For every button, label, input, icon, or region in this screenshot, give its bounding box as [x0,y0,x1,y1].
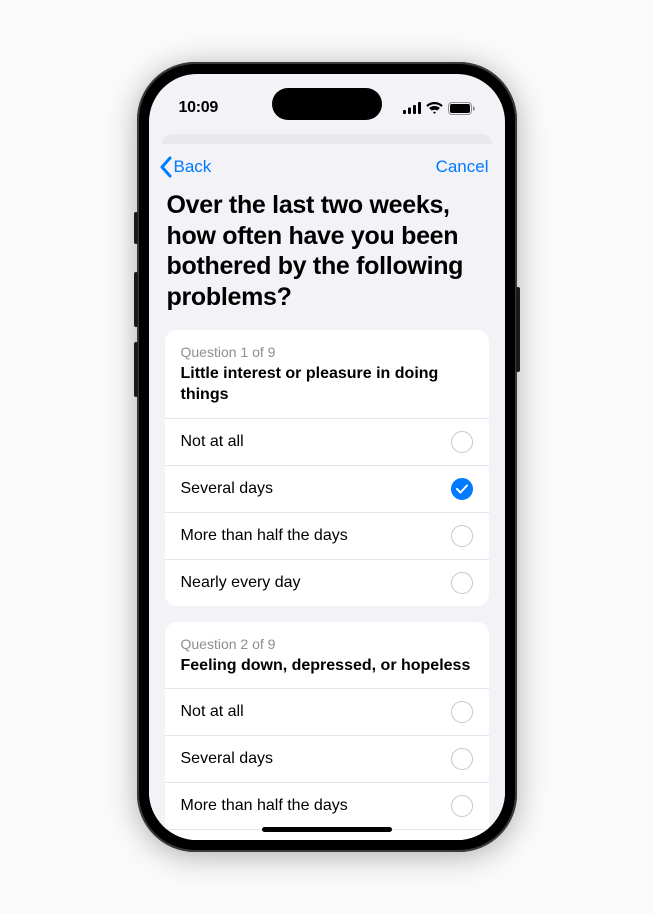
question-counter: Question 2 of 9 [181,636,473,652]
home-indicator[interactable] [262,827,392,832]
page-heading: Over the last two weeks, how often have … [165,186,489,330]
option-label: Several days [181,750,274,768]
dynamic-island [272,88,382,120]
question-text: Little interest or pleasure in doing thi… [181,364,473,406]
question-card-2: Question 2 of 9 Feeling down, depressed,… [165,622,489,840]
question-card-1: Question 1 of 9 Little interest or pleas… [165,330,489,606]
wifi-icon [426,102,443,114]
radio-checked-icon [451,478,473,500]
option-not-at-all[interactable]: Not at all [165,418,489,465]
option-several-days[interactable]: Several days [165,465,489,512]
radio-unchecked-icon [451,525,473,547]
nav-bar: Back Cancel [149,144,505,186]
question-text: Feeling down, depressed, or hopeless [181,656,473,677]
volume-down-button [134,342,138,397]
back-button[interactable]: Back [159,156,212,178]
status-icons [403,102,475,115]
question-header: Question 2 of 9 Feeling down, depressed,… [165,622,489,689]
cellular-signal-icon [403,102,421,114]
option-several-days[interactable]: Several days [165,735,489,782]
radio-unchecked-icon [451,572,473,594]
option-label: More than half the days [181,797,348,815]
phone-frame: 10:09 Back Cancel Over the last two week… [137,62,517,852]
mute-switch [134,212,138,244]
option-more-than-half[interactable]: More than half the days [165,782,489,829]
question-header: Question 1 of 9 Little interest or pleas… [165,330,489,418]
option-label: Not at all [181,433,244,451]
radio-unchecked-icon [451,795,473,817]
option-label: More than half the days [181,527,348,545]
status-time: 10:09 [179,99,218,117]
cancel-button[interactable]: Cancel [436,157,489,177]
radio-unchecked-icon [451,748,473,770]
volume-up-button [134,272,138,327]
option-nearly-every-day[interactable]: Nearly every day [165,559,489,606]
modal-sheet: Back Cancel Over the last two weeks, how… [149,144,505,840]
option-label: Nearly every day [181,574,301,592]
screen: 10:09 Back Cancel Over the last two week… [149,74,505,840]
radio-unchecked-icon [451,701,473,723]
content-scroll[interactable]: Over the last two weeks, how often have … [149,186,505,840]
power-button [516,287,520,372]
battery-icon [448,102,475,115]
chevron-left-icon [159,156,172,178]
option-more-than-half[interactable]: More than half the days [165,512,489,559]
option-not-at-all[interactable]: Not at all [165,688,489,735]
question-counter: Question 1 of 9 [181,344,473,360]
back-label: Back [174,157,212,177]
radio-unchecked-icon [451,431,473,453]
option-label: Several days [181,480,274,498]
option-label: Not at all [181,703,244,721]
